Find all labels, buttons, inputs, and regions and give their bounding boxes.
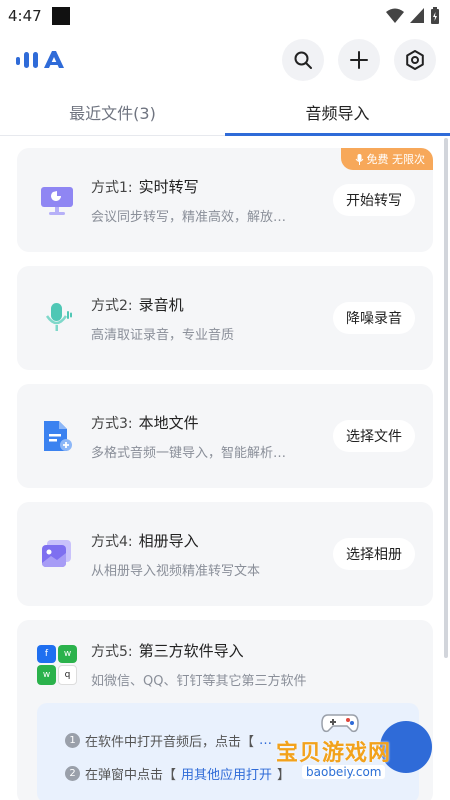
method-prefix: 方式3:: [91, 415, 133, 432]
choose-file-button[interactable]: 选择文件: [333, 420, 415, 452]
file-add-icon: [37, 416, 77, 456]
gear-icon: [406, 50, 424, 70]
method-prefix: 方式2:: [91, 297, 133, 314]
app-bar: [0, 32, 450, 88]
status-time: 4:47: [8, 7, 42, 25]
method-title: 实时转写: [138, 177, 199, 196]
method-card-realtime[interactable]: 免费 无限次 方式1: 实时转写 会议同步转写，精准高效，解放… 开始转写: [17, 148, 433, 252]
noise-reduction-record-button[interactable]: 降噪录音: [333, 302, 415, 334]
microphone-small-icon: [355, 153, 363, 165]
import-methods-list: 免费 无限次 方式1: 实时转写 会议同步转写，精准高效，解放… 开始转写 方式2…: [17, 148, 433, 800]
method-prefix: 方式4:: [91, 533, 133, 550]
tab-audio-import[interactable]: 音频导入: [225, 88, 450, 135]
free-badge: 免费 无限次: [340, 148, 433, 170]
step-text: 在软件中打开音频后，点击【: [85, 735, 255, 750]
search-icon: [294, 51, 312, 69]
third-party-apps-icon: f w w q: [37, 644, 77, 685]
method-title: 本地文件: [138, 413, 199, 432]
start-transcribe-button[interactable]: 开始转写: [333, 184, 415, 216]
method-description: 如微信、QQ、钉钉等其它第三方软件: [91, 674, 307, 689]
method-card-recorder[interactable]: 方式2: 录音机 高清取证录音，专业音质 降噪录音: [17, 266, 433, 370]
method-description: 高清取证录音，专业音质: [91, 327, 235, 343]
screen-icon: [37, 180, 77, 220]
method-description: 从相册导入视频精准转写文本: [91, 563, 261, 579]
method-title: 相册导入: [138, 531, 199, 550]
method-description: 多格式音频一键导入，智能解析…: [91, 445, 287, 461]
signal-icon: [410, 8, 424, 23]
choose-album-button[interactable]: 选择相册: [333, 538, 415, 570]
tab-recent-files[interactable]: 最近文件(3): [0, 88, 225, 135]
method-title: 录音机: [138, 295, 184, 314]
app-logo: [16, 49, 72, 71]
search-button[interactable]: [282, 39, 324, 81]
free-badge-label: 免费 无限次: [366, 153, 426, 166]
method-prefix: 方式5:: [91, 644, 133, 660]
method-card-album[interactable]: 方式4: 相册导入 从相册导入视频精准转写文本 选择相册: [17, 502, 433, 606]
album-icon: [37, 534, 77, 574]
step-text: 在弹窗中点击【: [85, 768, 177, 783]
status-bar: 4:47: [0, 0, 450, 32]
watermark-text: 宝贝游戏网: [276, 741, 392, 766]
step-number: 2: [65, 766, 80, 781]
scrollbar[interactable]: [444, 138, 448, 658]
battery-icon: [431, 7, 439, 24]
method-card-local-file[interactable]: 方式3: 本地文件 多格式音频一键导入，智能解析… 选择文件: [17, 384, 433, 488]
site-watermark: 宝贝游戏网 baobeiy.com: [262, 705, 437, 795]
notification-icon: [51, 7, 70, 25]
watermark-url: baobeiy.com: [302, 765, 386, 779]
step-number: 1: [65, 733, 80, 748]
method-prefix: 方式1:: [91, 179, 133, 196]
method-description: 会议同步转写，精准高效，解放…: [91, 209, 287, 225]
settings-button[interactable]: [394, 39, 436, 81]
step-highlight: 用其他应用打开: [181, 768, 273, 783]
method-title: 第三方软件导入: [138, 642, 244, 660]
tab-bar: 最近文件(3) 音频导入: [0, 88, 450, 136]
wifi-icon: [386, 8, 404, 23]
microphone-icon: [37, 298, 77, 338]
plus-icon: [350, 51, 368, 69]
add-button[interactable]: [338, 39, 380, 81]
gamepad-icon: [321, 714, 359, 733]
